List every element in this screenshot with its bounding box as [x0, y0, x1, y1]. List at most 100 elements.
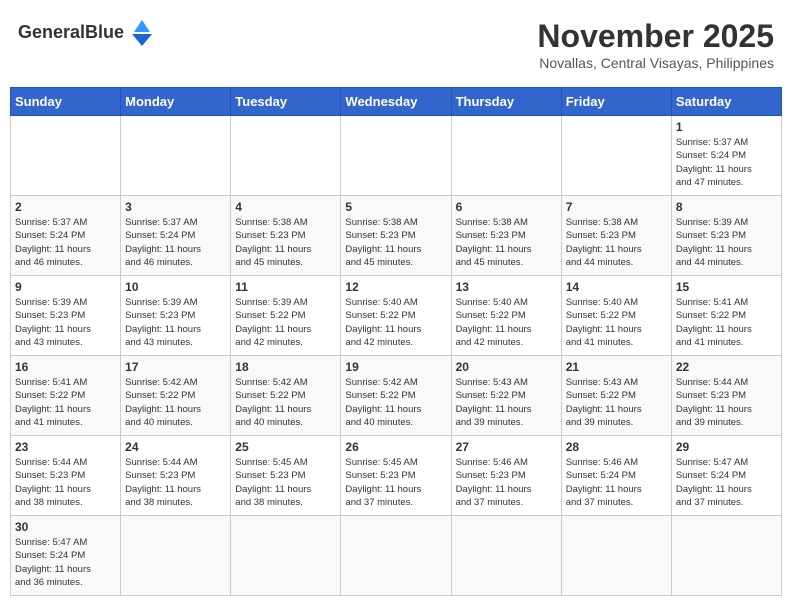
day-number: 15 — [676, 280, 777, 294]
calendar-cell: 24 Sunrise: 5:44 AM Sunset: 5:23 PM Dayli… — [121, 436, 231, 516]
calendar-cell: 1Sunrise: 5:37 AM Sunset: 5:24 PM Daylig… — [671, 116, 781, 196]
header: GeneralBlue November 2025 Novallas, Cent… — [10, 10, 782, 79]
calendar-cell: 11 Sunrise: 5:39 AM Sunset: 5:22 PM Dayli… — [231, 276, 341, 356]
calendar-cell: 6 Sunrise: 5:38 AM Sunset: 5:23 PM Daylig… — [451, 196, 561, 276]
calendar-cell — [561, 116, 671, 196]
calendar: SundayMondayTuesdayWednesdayThursdayFrid… — [10, 87, 782, 596]
calendar-week-5: 23 Sunrise: 5:44 AM Sunset: 5:23 PM Dayli… — [11, 436, 782, 516]
calendar-cell: 26Sunrise: 5:45 AM Sunset: 5:23 PM Dayli… — [341, 436, 451, 516]
day-info: Sunrise: 5:40 AM Sunset: 5:22 PM Dayligh… — [566, 296, 667, 349]
calendar-cell: 27 Sunrise: 5:46 AM Sunset: 5:23 PM Dayli… — [451, 436, 561, 516]
day-info: Sunrise: 5:39 AM Sunset: 5:23 PM Dayligh… — [15, 296, 116, 349]
calendar-week-4: 16Sunrise: 5:41 AM Sunset: 5:22 PM Dayli… — [11, 356, 782, 436]
day-info: Sunrise: 5:39 AM Sunset: 5:22 PM Dayligh… — [235, 296, 336, 349]
calendar-cell: 30 Sunrise: 5:47 AM Sunset: 5:24 PM Dayli… — [11, 516, 121, 596]
calendar-cell: 7 Sunrise: 5:38 AM Sunset: 5:23 PM Daylig… — [561, 196, 671, 276]
day-number: 19 — [345, 360, 446, 374]
day-number: 28 — [566, 440, 667, 454]
day-info: Sunrise: 5:39 AM Sunset: 5:23 PM Dayligh… — [676, 216, 777, 269]
day-number: 18 — [235, 360, 336, 374]
calendar-cell: 22Sunrise: 5:44 AM Sunset: 5:23 PM Dayli… — [671, 356, 781, 436]
day-info: Sunrise: 5:41 AM Sunset: 5:22 PM Dayligh… — [676, 296, 777, 349]
day-number: 9 — [15, 280, 116, 294]
day-info: Sunrise: 5:45 AM Sunset: 5:23 PM Dayligh… — [235, 456, 336, 509]
day-info: Sunrise: 5:44 AM Sunset: 5:23 PM Dayligh… — [125, 456, 226, 509]
day-info: Sunrise: 5:40 AM Sunset: 5:22 PM Dayligh… — [456, 296, 557, 349]
calendar-cell: 14 Sunrise: 5:40 AM Sunset: 5:22 PM Dayli… — [561, 276, 671, 356]
day-number: 20 — [456, 360, 557, 374]
calendar-cell: 12Sunrise: 5:40 AM Sunset: 5:22 PM Dayli… — [341, 276, 451, 356]
day-number: 10 — [125, 280, 226, 294]
day-number: 4 — [235, 200, 336, 214]
weekday-header-monday: Monday — [121, 88, 231, 116]
calendar-cell — [121, 516, 231, 596]
logo-icon — [126, 18, 158, 46]
calendar-cell — [561, 516, 671, 596]
day-number: 25 — [235, 440, 336, 454]
day-number: 13 — [456, 280, 557, 294]
calendar-cell: 19Sunrise: 5:42 AM Sunset: 5:22 PM Dayli… — [341, 356, 451, 436]
calendar-cell — [451, 516, 561, 596]
calendar-week-1: 1Sunrise: 5:37 AM Sunset: 5:24 PM Daylig… — [11, 116, 782, 196]
day-number: 23 — [15, 440, 116, 454]
day-number: 8 — [676, 200, 777, 214]
calendar-cell — [341, 116, 451, 196]
calendar-cell — [231, 516, 341, 596]
day-number: 6 — [456, 200, 557, 214]
day-info: Sunrise: 5:43 AM Sunset: 5:22 PM Dayligh… — [566, 376, 667, 429]
weekday-header-sunday: Sunday — [11, 88, 121, 116]
day-number: 17 — [125, 360, 226, 374]
day-info: Sunrise: 5:37 AM Sunset: 5:24 PM Dayligh… — [15, 216, 116, 269]
calendar-cell — [121, 116, 231, 196]
day-number: 24 — [125, 440, 226, 454]
day-info: Sunrise: 5:42 AM Sunset: 5:22 PM Dayligh… — [125, 376, 226, 429]
day-info: Sunrise: 5:47 AM Sunset: 5:24 PM Dayligh… — [676, 456, 777, 509]
day-info: Sunrise: 5:44 AM Sunset: 5:23 PM Dayligh… — [15, 456, 116, 509]
day-info: Sunrise: 5:38 AM Sunset: 5:23 PM Dayligh… — [456, 216, 557, 269]
day-number: 30 — [15, 520, 116, 534]
calendar-cell: 10Sunrise: 5:39 AM Sunset: 5:23 PM Dayli… — [121, 276, 231, 356]
day-info: Sunrise: 5:38 AM Sunset: 5:23 PM Dayligh… — [566, 216, 667, 269]
calendar-cell — [451, 116, 561, 196]
day-number: 7 — [566, 200, 667, 214]
day-info: Sunrise: 5:38 AM Sunset: 5:23 PM Dayligh… — [345, 216, 446, 269]
logo: GeneralBlue — [10, 10, 166, 54]
day-number: 27 — [456, 440, 557, 454]
day-number: 16 — [15, 360, 116, 374]
calendar-cell — [671, 516, 781, 596]
day-info: Sunrise: 5:44 AM Sunset: 5:23 PM Dayligh… — [676, 376, 777, 429]
logo-text: GeneralBlue — [18, 22, 124, 43]
calendar-cell: 3Sunrise: 5:37 AM Sunset: 5:24 PM Daylig… — [121, 196, 231, 276]
day-number: 12 — [345, 280, 446, 294]
location-title: Novallas, Central Visayas, Philippines — [537, 55, 774, 71]
calendar-cell: 4Sunrise: 5:38 AM Sunset: 5:23 PM Daylig… — [231, 196, 341, 276]
calendar-week-2: 2Sunrise: 5:37 AM Sunset: 5:24 PM Daylig… — [11, 196, 782, 276]
weekday-header-tuesday: Tuesday — [231, 88, 341, 116]
calendar-cell — [231, 116, 341, 196]
weekday-header-wednesday: Wednesday — [341, 88, 451, 116]
day-info: Sunrise: 5:37 AM Sunset: 5:24 PM Dayligh… — [125, 216, 226, 269]
month-title: November 2025 — [537, 18, 774, 55]
calendar-cell — [341, 516, 451, 596]
calendar-week-6: 30 Sunrise: 5:47 AM Sunset: 5:24 PM Dayli… — [11, 516, 782, 596]
calendar-cell: 23 Sunrise: 5:44 AM Sunset: 5:23 PM Dayli… — [11, 436, 121, 516]
logo-blue: Blue — [85, 22, 124, 42]
day-info: Sunrise: 5:46 AM Sunset: 5:23 PM Dayligh… — [456, 456, 557, 509]
calendar-cell: 28Sunrise: 5:46 AM Sunset: 5:24 PM Dayli… — [561, 436, 671, 516]
calendar-cell: 16Sunrise: 5:41 AM Sunset: 5:22 PM Dayli… — [11, 356, 121, 436]
day-number: 29 — [676, 440, 777, 454]
calendar-cell: 25 Sunrise: 5:45 AM Sunset: 5:23 PM Dayli… — [231, 436, 341, 516]
calendar-cell — [11, 116, 121, 196]
day-info: Sunrise: 5:47 AM Sunset: 5:24 PM Dayligh… — [15, 536, 116, 589]
calendar-cell: 20 Sunrise: 5:43 AM Sunset: 5:22 PM Dayli… — [451, 356, 561, 436]
day-number: 14 — [566, 280, 667, 294]
logo-general: General — [18, 22, 85, 42]
calendar-cell: 15 Sunrise: 5:41 AM Sunset: 5:22 PM Dayli… — [671, 276, 781, 356]
day-info: Sunrise: 5:37 AM Sunset: 5:24 PM Dayligh… — [676, 136, 777, 189]
calendar-cell: 5Sunrise: 5:38 AM Sunset: 5:23 PM Daylig… — [341, 196, 451, 276]
day-number: 11 — [235, 280, 336, 294]
day-info: Sunrise: 5:43 AM Sunset: 5:22 PM Dayligh… — [456, 376, 557, 429]
calendar-cell: 18Sunrise: 5:42 AM Sunset: 5:22 PM Dayli… — [231, 356, 341, 436]
title-area: November 2025 Novallas, Central Visayas,… — [529, 10, 782, 79]
day-number: 26 — [345, 440, 446, 454]
